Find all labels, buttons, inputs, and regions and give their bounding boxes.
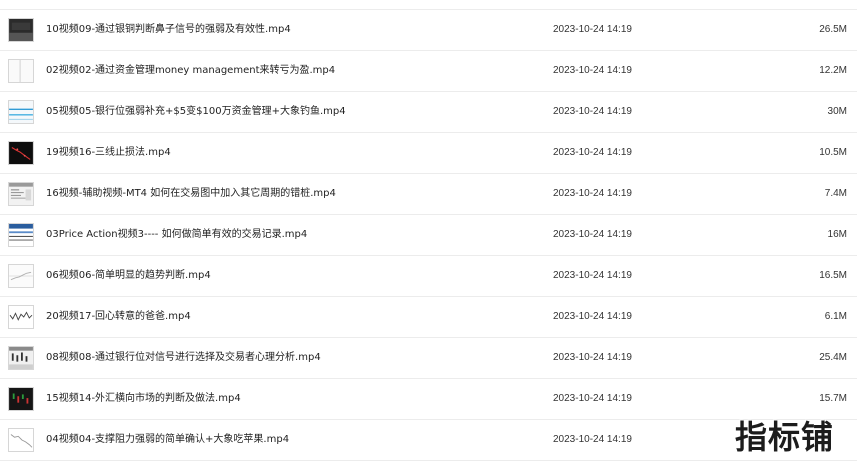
file-date: 2023-10-24 14:19 <box>553 147 632 158</box>
file-date: 2023-10-24 14:19 <box>553 393 632 404</box>
platform-video-thumbnail-icon <box>8 223 34 247</box>
file-size: 12.2M <box>819 65 847 76</box>
file-row[interactable]: 10视频09-通过银铜判断鼻子信号的强弱及有效性.mp4 2023-10-24 … <box>0 10 857 51</box>
file-row[interactable]: 05视频05-银行位强弱补充+$5变$100万资金管理+大象钓鱼.mp4 202… <box>0 92 857 133</box>
file-date: 2023-10-24 14:19 <box>553 311 632 322</box>
file-size: 16M <box>827 229 847 240</box>
platform-video-thumbnail-icon <box>8 182 34 206</box>
file-row[interactable]: 04视频04-支撑阻力强弱的简单确认+大象吃苹果.mp4 2023-10-24 … <box>0 420 857 461</box>
platform-video-thumbnail-icon <box>8 346 34 370</box>
file-name[interactable]: 04视频04-支撑阻力强弱的简单确认+大象吃苹果.mp4 <box>46 420 289 460</box>
file-date: 2023-10-24 14:19 <box>553 65 632 76</box>
file-row[interactable]: 02视频02-通过资金管理money management来转亏为盈.mp4 2… <box>0 51 857 92</box>
file-size: 6.1M <box>824 311 847 322</box>
blank-video-thumbnail-icon <box>8 59 34 83</box>
file-date: 2023-10-24 14:19 <box>553 270 632 281</box>
file-name[interactable]: 08视频08-通过银行位对信号进行选择及交易者心理分析.mp4 <box>46 338 321 378</box>
file-name[interactable]: 06视频06-简单明显的趋势判断.mp4 <box>46 256 211 296</box>
file-row[interactable]: 06视频06-简单明显的趋势判断.mp4 2023-10-24 14:19 16… <box>0 256 857 297</box>
file-date: 2023-10-24 14:19 <box>553 188 632 199</box>
dark-chart-thumbnail-icon <box>8 141 34 165</box>
file-date: 2023-10-24 14:19 <box>553 434 632 445</box>
file-row[interactable]: 16视频-辅助视频-MT4 如何在交易图中加入其它周期的错桩.mp4 2023-… <box>0 174 857 215</box>
file-date: 2023-10-24 14:19 <box>553 106 632 117</box>
file-date: 2023-10-24 14:19 <box>553 229 632 240</box>
file-size: 16.5M <box>819 270 847 281</box>
file-name[interactable]: 16视频-辅助视频-MT4 如何在交易图中加入其它周期的错桩.mp4 <box>46 174 336 214</box>
chart-video-thumbnail-icon <box>8 100 34 124</box>
file-size: 7.4M <box>824 188 847 199</box>
file-size: 26.5M <box>819 24 847 35</box>
list-top-divider <box>0 0 857 10</box>
file-row[interactable]: 19视频16-三线止损法.mp4 2023-10-24 14:19 10.5M <box>0 133 857 174</box>
file-name[interactable]: 20视频17-回心转意的爸爸.mp4 <box>46 297 191 337</box>
file-date: 2023-10-24 14:19 <box>553 24 632 35</box>
file-size: 10.5M <box>819 147 847 158</box>
file-name[interactable]: 19视频16-三线止损法.mp4 <box>46 133 171 173</box>
file-name[interactable]: 15视频14-外汇横向市场的判断及做法.mp4 <box>46 379 241 419</box>
file-row[interactable]: 15视频14-外汇横向市场的判断及做法.mp4 2023-10-24 14:19… <box>0 379 857 420</box>
file-name[interactable]: 05视频05-银行位强弱补充+$5变$100万资金管理+大象钓鱼.mp4 <box>46 92 346 132</box>
file-row[interactable]: 20视频17-回心转意的爸爸.mp4 2023-10-24 14:19 6.1M <box>0 297 857 338</box>
candlestick-video-thumbnail-icon <box>8 305 34 329</box>
file-size: 30M <box>827 106 847 117</box>
file-date: 2023-10-24 14:19 <box>553 352 632 363</box>
dark-chart-thumbnail-icon <box>8 387 34 411</box>
file-row[interactable]: 08视频08-通过银行位对信号进行选择及交易者心理分析.mp4 2023-10-… <box>0 338 857 379</box>
file-list: 10视频09-通过银铜判断鼻子信号的强弱及有效性.mp4 2023-10-24 … <box>0 10 857 461</box>
file-name[interactable]: 02视频02-通过资金管理money management来转亏为盈.mp4 <box>46 51 335 91</box>
file-size: 25.4M <box>819 352 847 363</box>
chart-video-thumbnail-icon <box>8 264 34 288</box>
dark-video-thumbnail-icon <box>8 18 34 42</box>
candlestick-video-thumbnail-icon <box>8 428 34 452</box>
file-row[interactable]: 03Price Action视频3---- 如何做简单有效的交易记录.mp4 2… <box>0 215 857 256</box>
file-name[interactable]: 03Price Action视频3---- 如何做简单有效的交易记录.mp4 <box>46 215 307 255</box>
watermark-logo: 指标铺 <box>735 418 835 456</box>
file-name[interactable]: 10视频09-通过银铜判断鼻子信号的强弱及有效性.mp4 <box>46 10 291 50</box>
